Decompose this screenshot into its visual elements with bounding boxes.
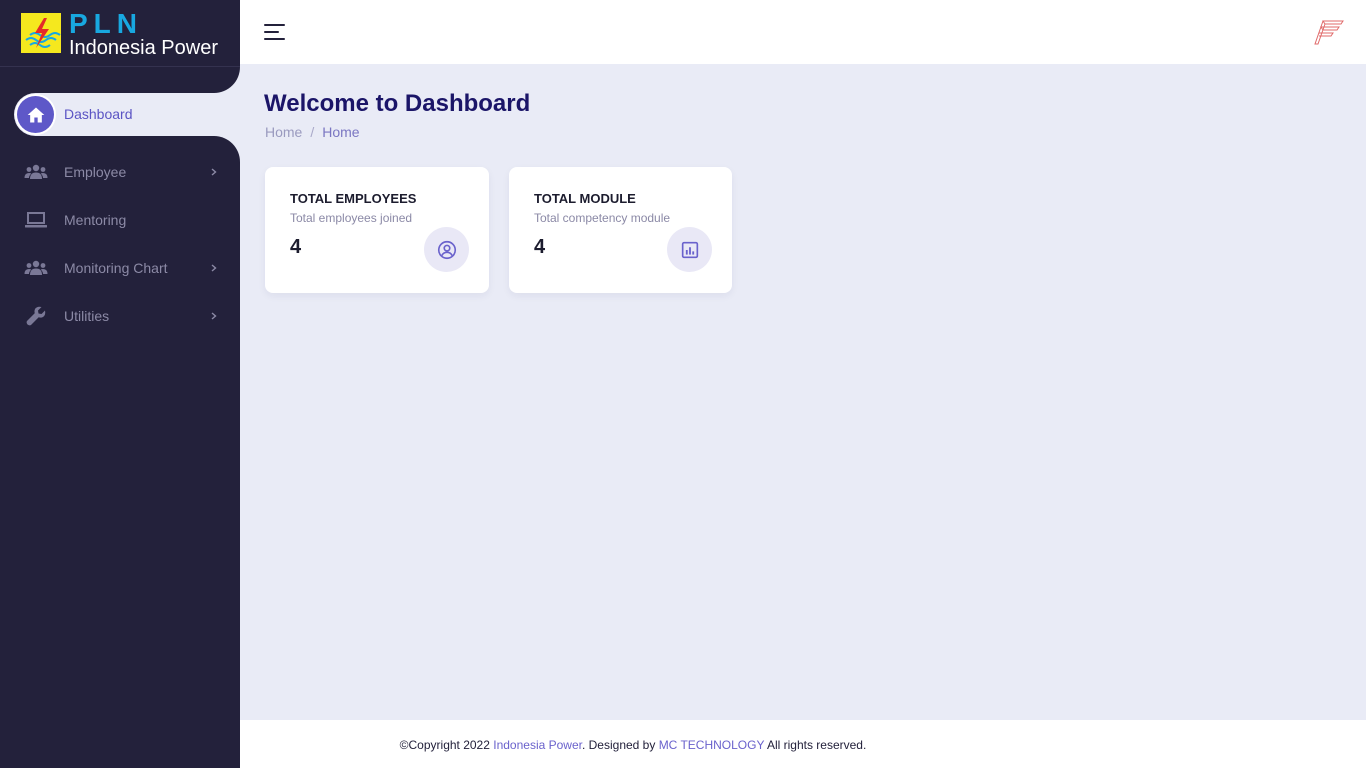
footer: ©Copyright 2022 Indonesia Power. Designe… [240,720,1366,768]
chevron-right-icon [208,309,220,323]
sidebar-item-monitoring-chart[interactable]: Monitoring Chart [0,244,240,292]
card-title: TOTAL MODULE [534,191,636,206]
laptop-icon [24,208,48,232]
breadcrumb-current: Home [322,124,360,140]
footer-copyright: ©Copyright 2022 [399,738,494,752]
footer-text: . Designed by [581,738,659,752]
sidebar-menu: Dashboard Employee Mentoring Monitoring … [0,67,240,340]
brand-mark-icon[interactable] [1314,18,1344,46]
active-curve [214,67,240,93]
sidebar-item-employee[interactable]: Employee [0,148,240,196]
top-bar [240,0,1366,64]
card-subtitle: Total employees joined [290,211,413,225]
chevron-right-icon [208,165,220,179]
user-circle-icon [424,227,469,272]
chevron-right-icon [208,261,220,275]
hamburger-icon[interactable] [264,22,286,42]
breadcrumb: Home / Home [265,124,360,140]
users-icon [24,160,48,184]
footer-designer-link[interactable]: MC TECHNOLOGY [659,738,765,752]
brand-subtitle: Indonesia Power [69,37,218,59]
card-value: 4 [290,236,302,258]
sidebar-item-label: Dashboard [64,106,133,122]
brand-name: PLN [69,8,143,39]
home-icon [17,96,54,133]
sidebar-item-label: Monitoring Chart [64,260,168,276]
pln-logo-icon [21,13,61,53]
wrench-icon [24,304,48,328]
sidebar-item-label: Employee [64,164,127,180]
stat-card-total-employees: TOTAL EMPLOYEES Total employees joined 4 [265,167,489,293]
card-title: TOTAL EMPLOYEES [290,191,417,206]
card-subtitle: Total competency module [534,211,671,225]
sidebar-item-mentoring[interactable]: Mentoring [0,196,240,244]
sidebar-item-label: Utilities [64,308,110,324]
sidebar-item-label: Mentoring [64,212,127,228]
sidebar-item-dashboard[interactable]: Dashboard [0,67,240,162]
page-title: Welcome to Dashboard [264,90,531,117]
bar-chart-icon [667,227,712,272]
footer-company-link[interactable]: Indonesia Power [493,738,582,752]
sidebar-item-utilities[interactable]: Utilities [0,292,240,340]
sidebar: PLN Indonesia Power Dashboard Employee M… [0,0,240,768]
brand[interactable]: PLN Indonesia Power [0,0,240,67]
stat-card-total-module: TOTAL MODULE Total competency module 4 [509,167,732,293]
breadcrumb-home-link[interactable]: Home [265,124,302,140]
footer-rights: All rights reserved. [764,738,867,752]
users-icon [24,256,48,280]
card-value: 4 [534,236,546,258]
